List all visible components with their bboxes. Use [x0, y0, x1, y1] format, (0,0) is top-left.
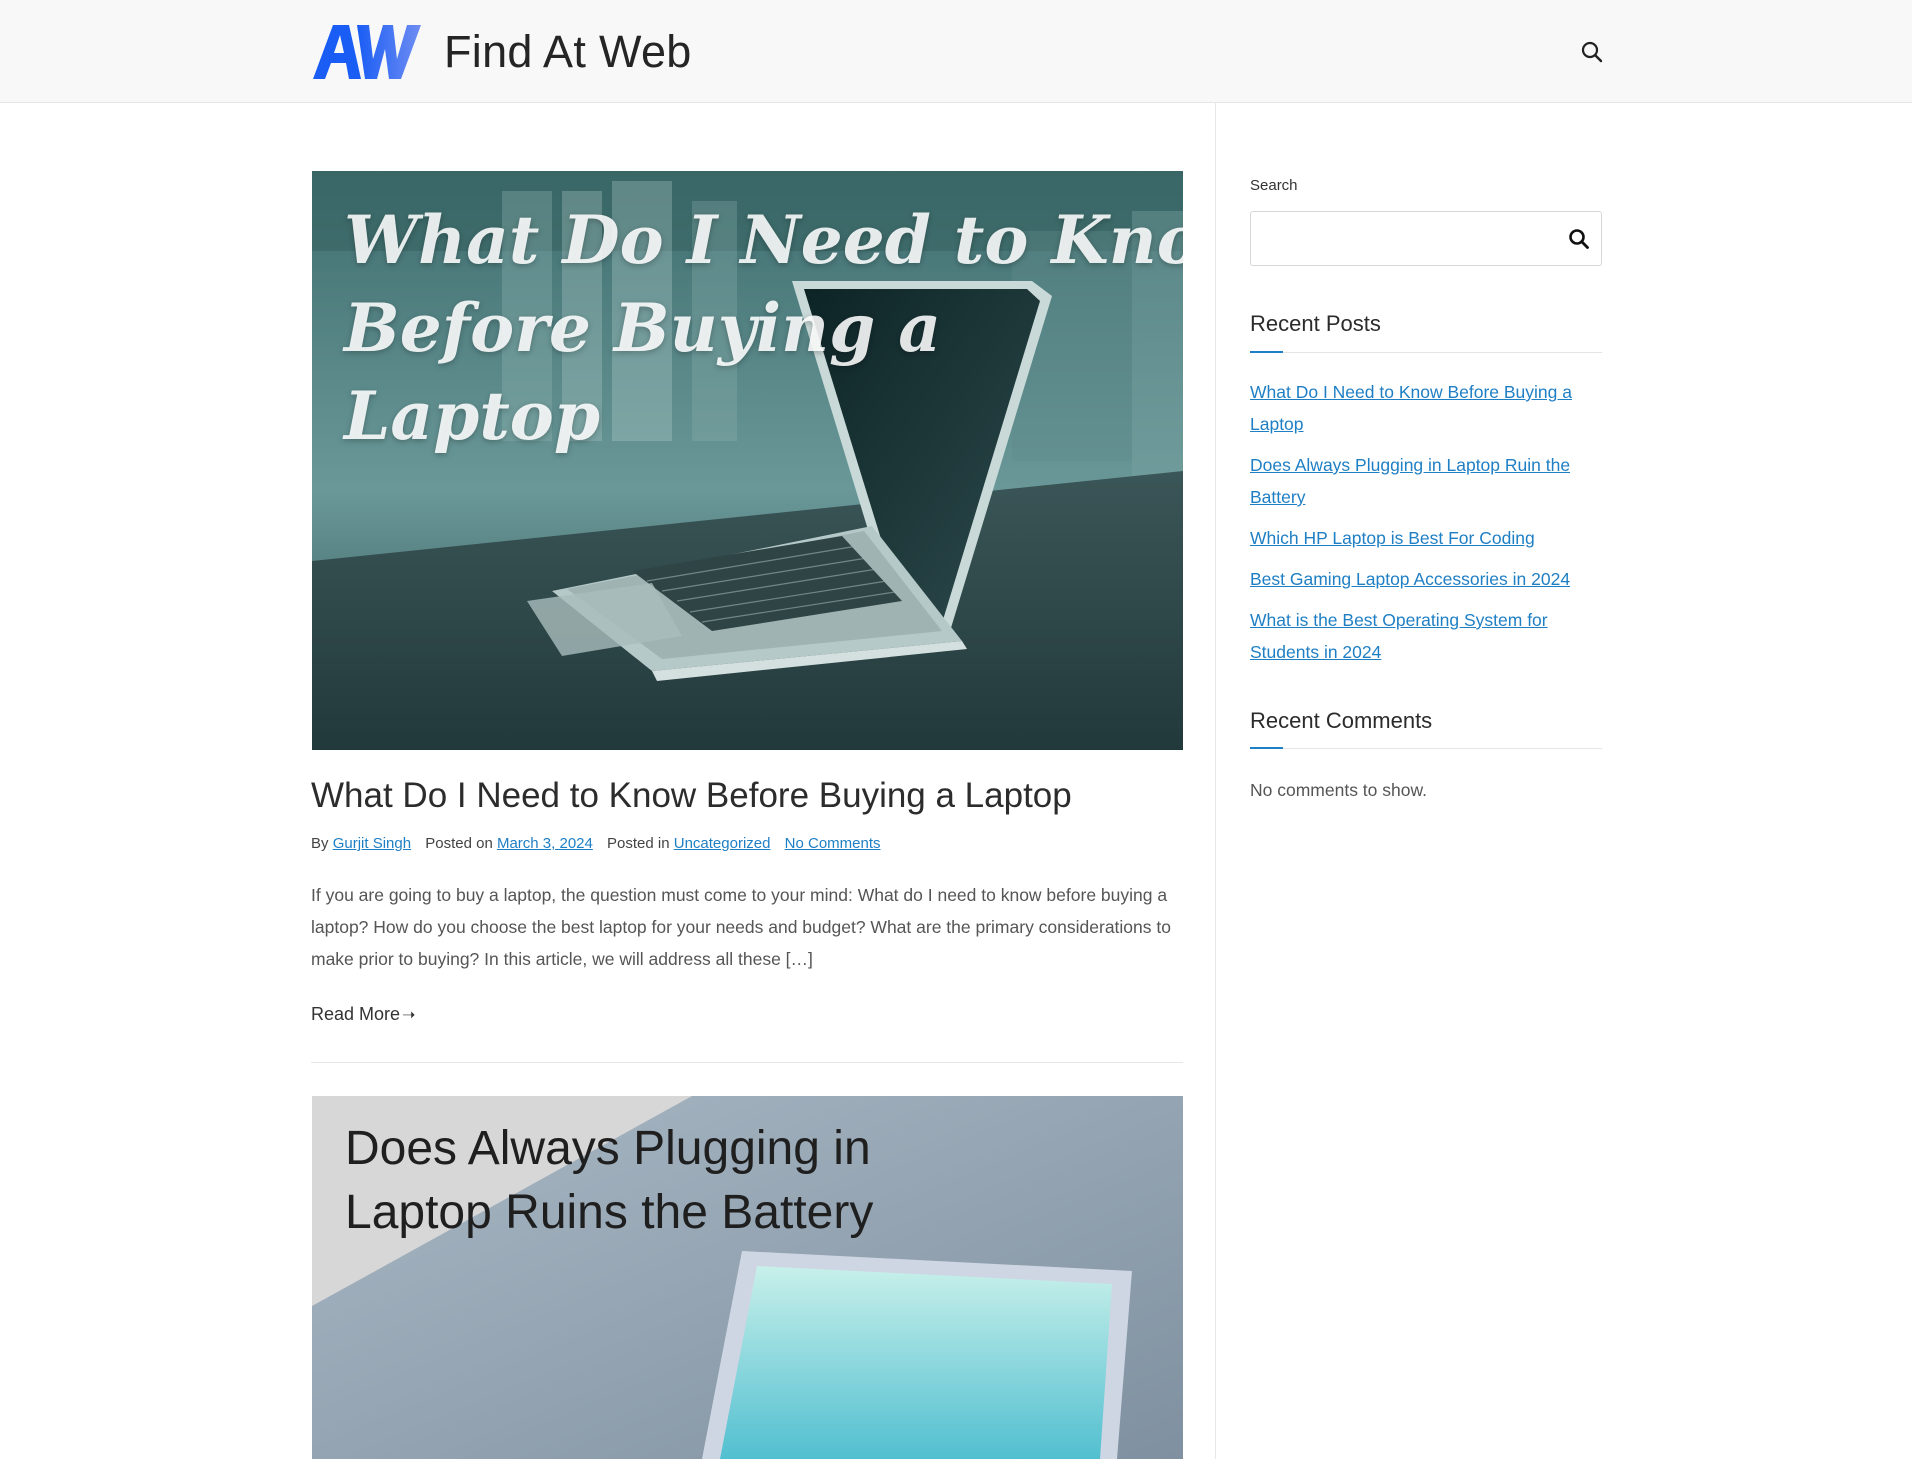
post-title[interactable]: What Do I Need to Know Before Buying a L…	[311, 773, 1072, 819]
recent-post-link[interactable]: Does Always Plugging in Laptop Ruin the …	[1250, 455, 1570, 507]
list-item: Which HP Laptop is Best For Coding	[1250, 522, 1602, 554]
comments-link[interactable]: No Comments	[785, 835, 881, 852]
recent-post-link[interactable]: Which HP Laptop is Best For Coding	[1250, 528, 1535, 548]
author-link[interactable]: Gurjit Singh	[333, 835, 411, 852]
recent-posts-list: What Do I Need to Know Before Buying a L…	[1250, 376, 1602, 677]
column-divider	[1215, 103, 1216, 1459]
thumbnail-caption-line: Before Buying a	[344, 289, 941, 367]
post-thumbnail[interactable]: What Do I Need to Know Before Buying a L…	[312, 171, 1183, 750]
read-more-label: Read More	[311, 1004, 401, 1024]
date-link[interactable]: March 3, 2024	[497, 835, 593, 852]
list-item: What Do I Need to Know Before Buying a L…	[1250, 376, 1602, 440]
recent-post-link[interactable]: Best Gaming Laptop Accessories in 2024	[1250, 569, 1570, 589]
search-label: Search	[1250, 177, 1298, 194]
list-item: Does Always Plugging in Laptop Ruin the …	[1250, 449, 1602, 513]
arrow-right-icon: ➝	[402, 1007, 416, 1024]
list-item: What is the Best Operating System for St…	[1250, 604, 1602, 668]
thumbnail-caption-line: Laptop	[344, 377, 600, 455]
posted-on-label: Posted on	[425, 835, 493, 852]
recent-posts-title: Recent Posts	[1250, 311, 1381, 336]
thumbnail-caption-line: Does Always Plugging in	[345, 1122, 871, 1175]
thumbnail-caption-line: What Do I Need to Know	[344, 201, 1183, 279]
recent-post-link[interactable]: What is the Best Operating System for St…	[1250, 610, 1548, 662]
thumbnail-caption-line: Laptop Ruins the Battery	[345, 1186, 874, 1239]
post-separator	[311, 1062, 1183, 1063]
posted-in-label: Posted in	[607, 835, 670, 852]
widget-title-rule	[1250, 747, 1602, 749]
search-icon[interactable]	[1568, 228, 1590, 250]
post-excerpt: If you are going to buy a laptop, the qu…	[311, 885, 1171, 969]
site-logo[interactable]	[311, 23, 423, 80]
widget-title-rule	[1250, 351, 1602, 353]
post-meta: By Gurjit Singh Posted on March 3, 2024 …	[311, 834, 881, 854]
read-more-link[interactable]: Read More ➝	[311, 1000, 415, 1030]
list-item: Best Gaming Laptop Accessories in 2024	[1250, 563, 1602, 595]
no-comments-text: No comments to show.	[1250, 780, 1428, 800]
sidebar-search-input[interactable]	[1250, 211, 1602, 266]
recent-post-link[interactable]: What Do I Need to Know Before Buying a L…	[1250, 382, 1572, 434]
author-label: By	[311, 835, 329, 852]
site-title[interactable]: Find At Web	[444, 22, 692, 82]
recent-comments-title: Recent Comments	[1250, 708, 1433, 733]
category-link[interactable]: Uncategorized	[674, 835, 771, 852]
post-thumbnail[interactable]: Does Always Plugging in Laptop Ruins the…	[312, 1096, 1183, 1459]
search-icon[interactable]	[1580, 40, 1604, 64]
site-header: Find At Web	[0, 0, 1912, 103]
